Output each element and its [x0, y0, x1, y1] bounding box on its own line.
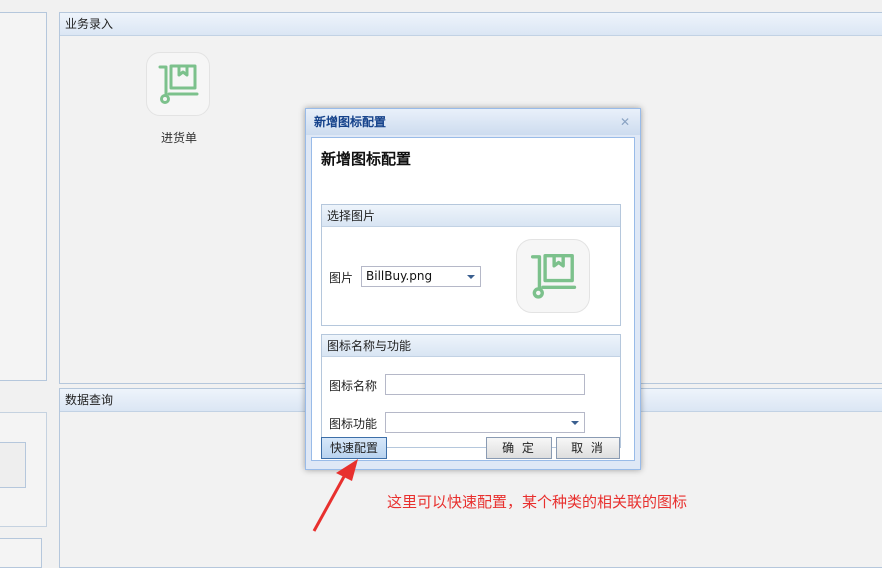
icon-function-label: 图标功能	[329, 417, 378, 431]
image-select-value: BillBuy.png	[366, 269, 433, 283]
icon-name-label: 图标名称	[329, 379, 378, 393]
dialog-body: 新增图标配置 选择图片 图片 BillBuy.png 图标名称与功能 图标名称 …	[311, 137, 635, 461]
business-entry-panel-title: 业务录入	[60, 13, 882, 36]
select-image-fieldset: 选择图片 图片 BillBuy.png	[321, 204, 621, 326]
left-panel-top	[0, 12, 47, 381]
close-icon[interactable]: ✕	[620, 109, 630, 135]
annotation-arrow-icon	[312, 459, 358, 532]
annotation-text: 这里可以快速配置，某个种类的相关联的图标	[387, 493, 688, 511]
icon-name-input[interactable]	[385, 374, 585, 395]
select-image-legend: 选择图片	[322, 205, 620, 227]
cart-box-icon	[146, 52, 210, 116]
add-icon-config-dialog: 新增图标配置 ✕ 新增图标配置 选择图片 图片 BillBuy.png 图标名称…	[305, 108, 641, 470]
ok-button[interactable]: 确 定	[486, 437, 552, 459]
icon-name-function-legend: 图标名称与功能	[322, 335, 620, 357]
chevron-down-icon[interactable]	[462, 267, 480, 286]
icon-function-select[interactable]	[385, 412, 585, 433]
image-label: 图片	[329, 271, 354, 285]
dialog-heading: 新增图标配置	[321, 150, 412, 168]
app-tile-purchase-order[interactable]: 进货单	[146, 52, 212, 145]
left-panel-item[interactable]	[0, 442, 26, 488]
chevron-down-icon[interactable]	[566, 413, 584, 432]
app-tile-label: 进货单	[160, 131, 197, 145]
dialog-window-title: 新增图标配置	[314, 115, 387, 129]
left-panel-item-2[interactable]	[0, 538, 42, 568]
icon-name-function-fieldset: 图标名称与功能 图标名称 图标功能	[321, 334, 621, 448]
dialog-titlebar[interactable]: 新增图标配置 ✕	[306, 109, 640, 135]
image-select[interactable]: BillBuy.png	[361, 266, 481, 287]
cancel-button[interactable]: 取 消	[556, 437, 620, 459]
cart-box-icon	[530, 253, 577, 299]
image-preview	[516, 239, 590, 313]
